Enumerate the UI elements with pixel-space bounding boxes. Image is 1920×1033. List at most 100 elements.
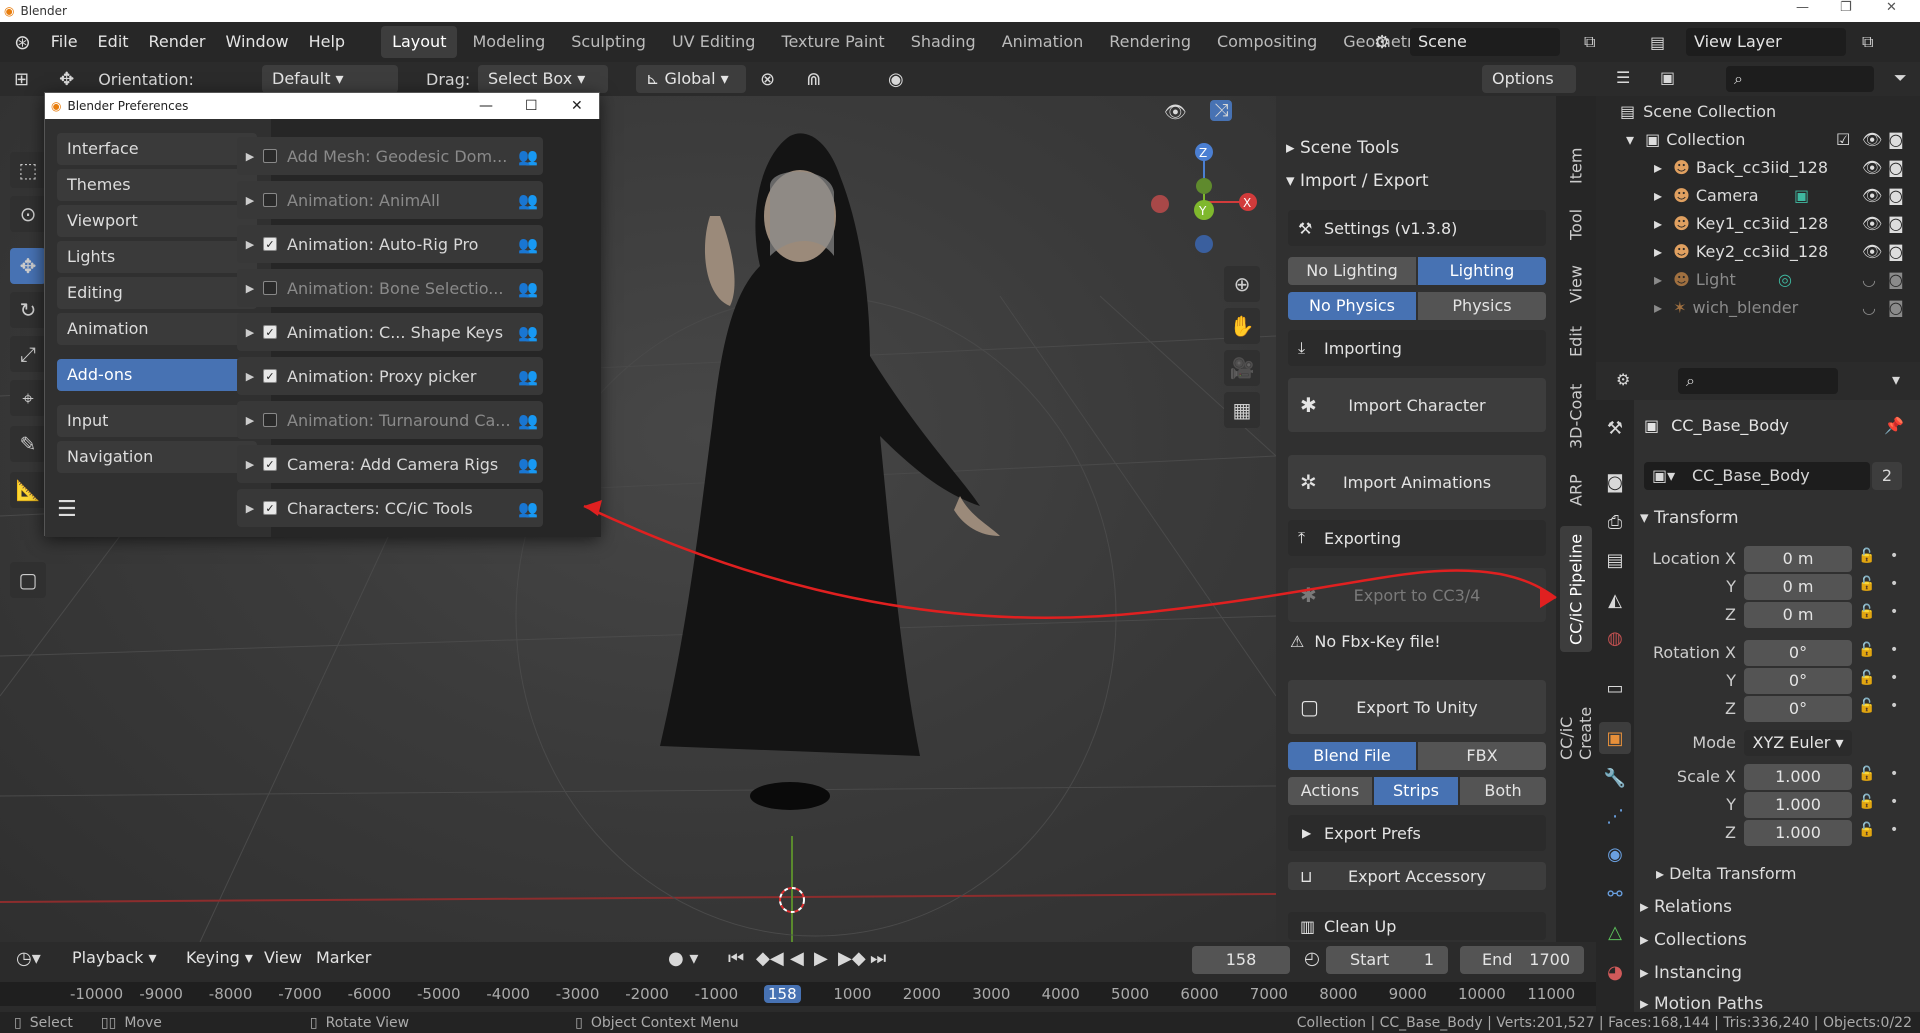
tab-3d-coat[interactable]: 3D-Coat bbox=[1560, 376, 1592, 456]
scene-props-icon[interactable]: ◭ bbox=[1599, 584, 1631, 616]
menu-window[interactable]: Window bbox=[216, 22, 299, 62]
lock-icon[interactable]: 🔓 bbox=[1858, 642, 1875, 658]
addon-row[interactable]: ▶ ✓ Characters: CC/iC Tools 👥 bbox=[237, 489, 543, 527]
tool-props-icon[interactable]: ⚒ bbox=[1599, 412, 1631, 444]
expand-arrow-icon[interactable]: ▶ bbox=[237, 502, 263, 515]
eye-icon[interactable]: 👁 bbox=[1862, 182, 1882, 210]
prefs-nav-themes[interactable]: Themes bbox=[57, 169, 257, 201]
prefs-maximize-button[interactable]: ☐ bbox=[525, 98, 538, 114]
prefs-nav-navigation[interactable]: Navigation bbox=[57, 441, 257, 473]
rotation-mode-dropdown[interactable]: XYZ Euler ▾ bbox=[1744, 730, 1852, 756]
tab-cc-ic-create[interactable]: CC/iC Create bbox=[1557, 660, 1595, 760]
scene-collection-row[interactable]: ▤ Scene Collection bbox=[1596, 98, 1920, 126]
filter-icon[interactable]: ⏷ bbox=[1894, 68, 1907, 88]
output-props-icon[interactable]: ⎙ bbox=[1599, 506, 1631, 538]
prev-keyframe-icon[interactable]: ◆◀ bbox=[756, 948, 784, 969]
scale-y-field[interactable]: 1.000 bbox=[1744, 792, 1852, 818]
eye-icon[interactable]: 👁 bbox=[1862, 210, 1882, 238]
tab-cc-ic-pipeline[interactable]: CC/iC Pipeline bbox=[1560, 526, 1592, 652]
render-icon[interactable]: ◙ bbox=[1888, 210, 1904, 238]
keyframe-dot-icon[interactable]: • bbox=[1890, 548, 1898, 564]
tab-layout[interactable]: Layout bbox=[381, 26, 458, 58]
lock-icon[interactable]: 🔓 bbox=[1858, 670, 1875, 686]
import-export-header[interactable]: ▾ Import / Export bbox=[1286, 171, 1429, 191]
expand-arrow-icon[interactable]: ▶ bbox=[237, 458, 263, 471]
next-keyframe-icon[interactable]: ▶◆ bbox=[838, 948, 866, 969]
expand-arrow-icon[interactable]: ▶ bbox=[237, 370, 263, 383]
scale-icon[interactable]: ⤢ bbox=[10, 336, 46, 372]
addon-checkbox[interactable] bbox=[263, 149, 277, 163]
outliner-item-camera[interactable]: ▸ ☻ Camera ▣ 👁 ◙ bbox=[1596, 182, 1920, 210]
exporting-section[interactable]: ⤒ Exporting bbox=[1288, 520, 1546, 556]
prefs-nav-lights[interactable]: Lights bbox=[57, 241, 257, 273]
prefs-menu-icon[interactable]: ☰ bbox=[57, 497, 77, 522]
timeline-marker-menu[interactable]: Marker bbox=[306, 938, 381, 978]
end-frame-field[interactable]: End 1700 bbox=[1460, 946, 1584, 974]
scene-icon[interactable]: ⚙ bbox=[1374, 32, 1390, 53]
strips-toggle[interactable]: Strips bbox=[1374, 777, 1458, 805]
lighting-toggle[interactable]: Lighting bbox=[1418, 257, 1546, 285]
constraints-props-icon[interactable]: ⚯ bbox=[1599, 878, 1631, 910]
hidden-eye-icon[interactable]: ◡ bbox=[1862, 294, 1876, 322]
timeline-view-menu[interactable]: View bbox=[254, 938, 312, 978]
tab-view[interactable]: View bbox=[1560, 258, 1592, 310]
menu-file[interactable]: File bbox=[41, 22, 88, 62]
both-toggle[interactable]: Both bbox=[1460, 777, 1546, 805]
collections-header[interactable]: ▸ Collections bbox=[1640, 930, 1747, 950]
hidden-eye-icon[interactable]: ◡ bbox=[1862, 266, 1876, 294]
timeline-ruler[interactable]: -10000 -9000 -8000 -7000 -6000 -5000 -4000 -300… bbox=[0, 982, 1596, 1006]
render-icon[interactable]: ◙ bbox=[1888, 266, 1904, 294]
tab-animation[interactable]: Animation bbox=[991, 26, 1095, 58]
tab-shading[interactable]: Shading bbox=[900, 26, 987, 58]
clock-icon[interactable]: ◴ bbox=[1304, 948, 1320, 969]
tab-edit[interactable]: Edit bbox=[1560, 320, 1592, 364]
minimize-button[interactable]: — bbox=[1796, 0, 1809, 15]
physics-props-icon[interactable]: ◉ bbox=[1599, 838, 1631, 870]
outliner-search-icon[interactable]: ⌕ bbox=[1726, 66, 1874, 92]
keyframe-dot-icon[interactable]: • bbox=[1890, 642, 1898, 658]
transform-orientation-dropdown[interactable]: ⊾ Global ▾ bbox=[636, 65, 746, 93]
maximize-button[interactable]: ❐ bbox=[1840, 0, 1852, 15]
keyframe-dot-icon[interactable]: • bbox=[1890, 766, 1898, 782]
lock-icon[interactable]: 🔓 bbox=[1858, 822, 1875, 838]
start-frame-field[interactable]: Start 1 bbox=[1326, 946, 1448, 974]
render-icon[interactable]: ◙ bbox=[1888, 294, 1904, 322]
outliner-editor-icon[interactable]: ☰ bbox=[1616, 68, 1630, 87]
modifier-props-icon[interactable]: 🔧 bbox=[1599, 762, 1631, 794]
measure-icon[interactable]: 📐 bbox=[10, 472, 46, 508]
importing-section[interactable]: ⤓ Importing bbox=[1288, 330, 1546, 366]
rotation-z-field[interactable]: 0° bbox=[1744, 696, 1852, 722]
addon-row[interactable]: ▶ ✓ Animation: Auto-Rig Pro 👥 bbox=[237, 225, 543, 263]
menu-help[interactable]: Help bbox=[299, 22, 355, 62]
navigation-gizmo[interactable]: Z X Y bbox=[1140, 138, 1260, 258]
outliner-item-back[interactable]: ▸ ☻ Back_cc3iid_128 👁 ◙ bbox=[1596, 154, 1920, 182]
location-z-field[interactable]: 0 m bbox=[1744, 602, 1852, 628]
no-physics-toggle[interactable]: No Physics bbox=[1288, 292, 1416, 320]
visibility-icon[interactable]: 👁 bbox=[1164, 102, 1187, 123]
addon-checkbox[interactable]: ✓ bbox=[263, 237, 277, 251]
prefs-nav-editing[interactable]: Editing bbox=[57, 277, 257, 309]
prefs-nav-animation[interactable]: Animation bbox=[57, 313, 257, 345]
world-props-icon[interactable]: ◍ bbox=[1599, 622, 1631, 654]
keyframe-dot-icon[interactable]: • bbox=[1890, 576, 1898, 592]
expand-arrow-icon[interactable]: ▶ bbox=[237, 414, 263, 427]
import-character-button[interactable]: ✱ Import Character bbox=[1288, 378, 1546, 432]
camera-view-icon[interactable]: 🎥 bbox=[1224, 350, 1260, 386]
instancing-header[interactable]: ▸ Instancing bbox=[1640, 963, 1742, 983]
current-frame-field[interactable]: 158 bbox=[1192, 946, 1290, 974]
lock-icon[interactable]: 🔓 bbox=[1858, 604, 1875, 620]
addon-checkbox[interactable]: ✓ bbox=[263, 501, 277, 515]
addon-row[interactable]: ▶ ✓ Animation: C... Shape Keys 👥 bbox=[237, 313, 543, 351]
play-icon[interactable]: ▶ bbox=[814, 948, 828, 969]
addon-checkbox[interactable] bbox=[263, 413, 277, 427]
keyframe-dot-icon[interactable]: • bbox=[1890, 670, 1898, 686]
rotate-icon[interactable]: ↻ bbox=[10, 292, 46, 328]
outliner-item-light[interactable]: ▸ ☻ Light ◎ ◡ ◙ bbox=[1596, 266, 1920, 294]
addon-row[interactable]: ▶ Animation: Turnaround Ca... 👥 bbox=[237, 401, 543, 439]
export-prefs-section[interactable]: ▶ Export Prefs bbox=[1288, 815, 1546, 851]
collection-checkbox-icon[interactable]: ☑ bbox=[1836, 126, 1850, 154]
tab-uv-editing[interactable]: UV Editing bbox=[661, 26, 766, 58]
location-x-field[interactable]: 0 m bbox=[1744, 546, 1852, 572]
scene-tools-header[interactable]: ▸ Scene Tools bbox=[1286, 138, 1399, 158]
pivot-icon[interactable]: ⊗ bbox=[760, 69, 775, 90]
